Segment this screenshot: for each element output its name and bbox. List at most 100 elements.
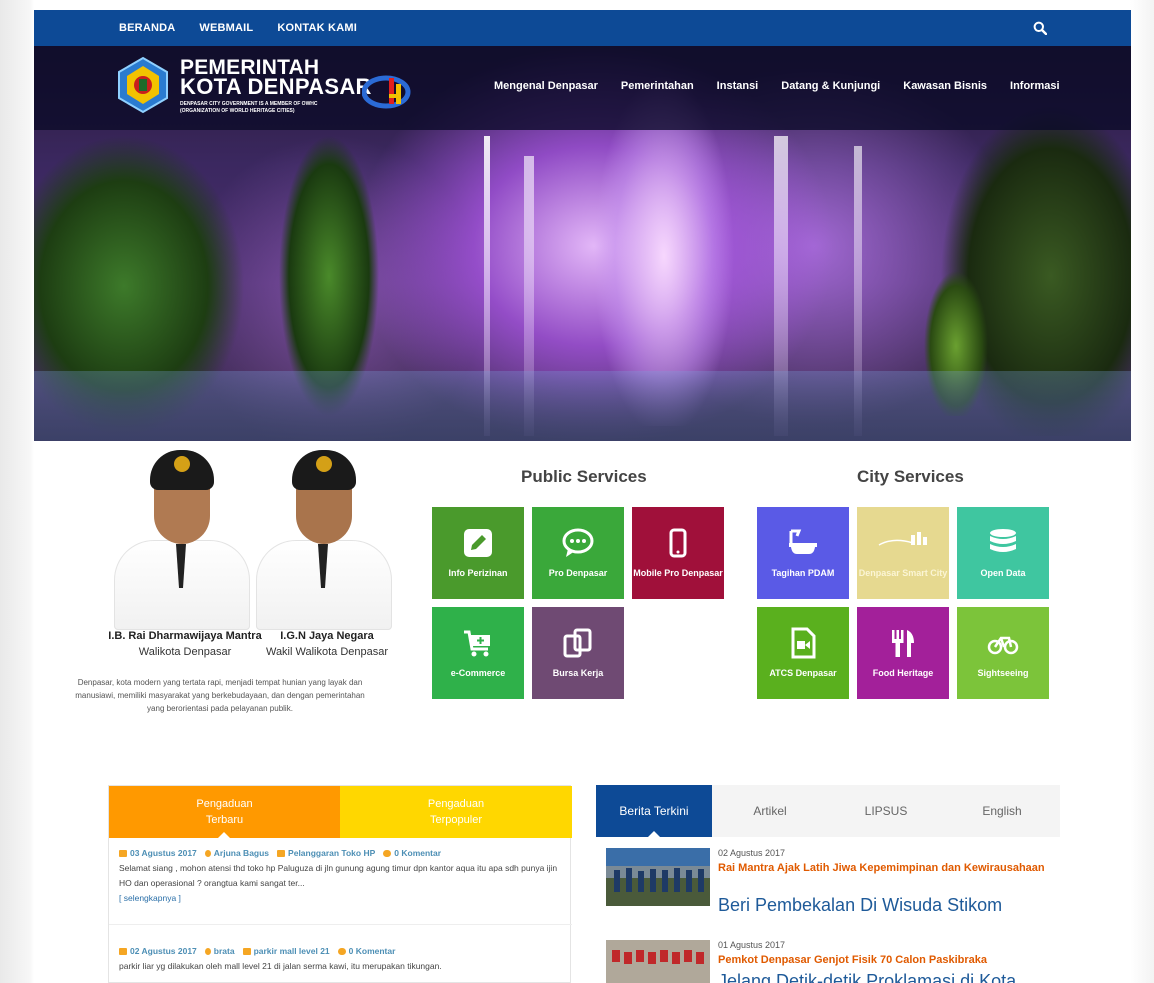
- video-file-icon: [791, 627, 816, 659]
- tab-pengaduan-terbaru[interactable]: Pengaduan Terbaru: [109, 786, 340, 839]
- pengaduan-author[interactable]: brata: [214, 944, 235, 959]
- tab-artikel[interactable]: Artikel: [712, 785, 828, 837]
- site-subtitle-line1: DENPASAR CITY GOVERNMENT IS A MEMBER OF …: [180, 101, 318, 107]
- search-icon[interactable]: [1033, 21, 1047, 35]
- news-thumbnail[interactable]: [606, 940, 710, 983]
- tile-label: Sightseeing: [977, 668, 1029, 678]
- copy-icon: [563, 628, 592, 658]
- berita-tabs: Berita Terkini Artikel LIPSUS English: [596, 785, 1060, 838]
- folder-icon: [277, 850, 286, 857]
- tile-tagihan-pdam[interactable]: Tagihan PDAM: [757, 507, 849, 599]
- site-subtitle-line2: (ORGANIZATION OF WORLD HERITAGE CITIES): [180, 108, 295, 114]
- vice-mayor-photo: I.G.N Jaya Negara Wakil Walikota Denpasa…: [252, 448, 392, 658]
- read-more-link[interactable]: [ selengkapnya ]: [119, 891, 564, 906]
- hero-banner: PEMERINTAH KOTA DENPASAR DENPASAR CITY G…: [34, 46, 1131, 441]
- officials-section: I.B. Rai Dharmawijaya Mantra Walikota De…: [70, 448, 392, 738]
- user-icon: [204, 850, 211, 857]
- bathtub-icon: [789, 529, 817, 554]
- pengaduan-category[interactable]: parkir mall level 21: [254, 944, 330, 959]
- face: [296, 482, 352, 544]
- topbar-link-webmail[interactable]: WEBMAIL: [199, 22, 253, 34]
- tile-atcs-denpasar[interactable]: ATCS Denpasar: [757, 607, 849, 699]
- news-date: 01 Agustus 2017: [718, 940, 786, 950]
- pengaduan-date: 02 Agustus 2017: [130, 946, 197, 956]
- pengaduan-comments[interactable]: 0 Komentar: [349, 944, 396, 959]
- vice-mayor-role: Wakil Walikota Denpasar: [265, 646, 389, 658]
- tab-pengaduan-terpopuler[interactable]: Pengaduan Terpopuler: [340, 786, 572, 838]
- nav-item-informasi[interactable]: Informasi: [1010, 80, 1060, 92]
- top-bar: BERANDA WEBMAIL KONTAK KAMI: [34, 10, 1131, 46]
- comment-icon: [337, 948, 346, 955]
- mobile-icon: [669, 528, 687, 558]
- tab-berita-terkini[interactable]: Berita Terkini: [596, 785, 712, 838]
- berita-panel: Berita Terkini Artikel LIPSUS English 02…: [596, 785, 1060, 983]
- tile-label: Mobile Pro Denpasar: [633, 568, 723, 578]
- tile-label: ATCS Denpasar: [769, 668, 837, 678]
- user-icon: [204, 948, 211, 955]
- tile-label: e-Commerce: [450, 668, 506, 678]
- cap-badge: [316, 456, 332, 472]
- nav-item-datang[interactable]: Datang & Kunjungi: [781, 80, 880, 92]
- tile-sightseeing[interactable]: Sightseeing: [957, 607, 1049, 699]
- tile-open-data[interactable]: Open Data: [957, 507, 1049, 599]
- topbar-link-beranda[interactable]: BERANDA: [119, 22, 175, 34]
- pengaduan-category[interactable]: Pelanggaran Toko HP: [288, 846, 375, 861]
- tile-label: Open Data: [980, 568, 1026, 578]
- topbar-link-kontak[interactable]: KONTAK KAMI: [277, 22, 357, 34]
- city-services-title: City Services: [857, 467, 964, 486]
- site-title-line2: KOTA DENPASAR: [180, 74, 372, 99]
- news-subheadline[interactable]: Jelang Detik-detik Proklamasi di Kota: [718, 970, 1058, 983]
- calendar-icon: [119, 948, 127, 955]
- main-nav: Mengenal Denpasar Pemerintahan Instansi …: [494, 80, 1083, 92]
- tile-label: Tagihan PDAM: [771, 568, 835, 578]
- pengaduan-date: 03 Agustus 2017: [130, 848, 197, 858]
- tile-food-heritage[interactable]: Food Heritage: [857, 607, 949, 699]
- tile-bursa-kerja[interactable]: Bursa Kerja: [532, 607, 624, 699]
- tile-info-perizinan[interactable]: Info Perizinan: [432, 507, 524, 599]
- news-headline[interactable]: Pemkot Denpasar Genjot Fisik 70 Calon Pa…: [718, 952, 1058, 969]
- pengaduan-item: 02 Agustus 2017 brata parkir mall level …: [119, 944, 564, 974]
- bicycle-icon: [987, 636, 1019, 655]
- tab-label-line1: Pengaduan: [196, 798, 253, 810]
- face: [154, 482, 210, 544]
- vice-mayor-name: I.G.N Jaya Negara: [280, 630, 374, 642]
- pengaduan-text: Selamat siang , mohon atensi thd toko hp…: [119, 863, 558, 888]
- owhc-logo-icon: [362, 75, 411, 109]
- tile-e-commerce[interactable]: e-Commerce: [432, 607, 524, 699]
- hero-pool: [34, 371, 1131, 441]
- pengaduan-text: parkir liar yg dilakukan oleh mall level…: [119, 961, 442, 971]
- tab-label-line2: Terpopuler: [430, 814, 482, 826]
- site-subtitle: DENPASAR CITY GOVERNMENT IS A MEMBER OF …: [180, 101, 350, 115]
- public-services-title: Public Services: [521, 467, 647, 486]
- chat-icon: [562, 528, 594, 557]
- nav-item-pemerintahan[interactable]: Pemerintahan: [621, 80, 694, 92]
- news-item[interactable]: 02 Agustus 2017 Rai Mantra Ajak Latih Ji…: [606, 848, 1056, 928]
- divider: [109, 924, 572, 925]
- header-bar: PEMERINTAH KOTA DENPASAR DENPASAR CITY G…: [34, 46, 1131, 130]
- news-date: 02 Agustus 2017: [718, 848, 786, 858]
- tile-label: Denpasar Smart City: [858, 568, 948, 578]
- pengaduan-comments[interactable]: 0 Komentar: [394, 846, 441, 861]
- cart-icon: [464, 630, 490, 657]
- news-thumbnail[interactable]: [606, 848, 710, 906]
- tab-english[interactable]: English: [944, 785, 1060, 837]
- tile-denpasar-smart-city[interactable]: Denpasar Smart City: [857, 507, 949, 599]
- tab-label-line1: Pengaduan: [427, 798, 485, 810]
- news-item[interactable]: 01 Agustus 2017 Pemkot Denpasar Genjot F…: [606, 940, 1058, 983]
- comment-icon: [383, 850, 392, 857]
- tile-pro-denpasar[interactable]: Pro Denpasar: [532, 507, 624, 599]
- pengaduan-meta: 02 Agustus 2017 brata parkir mall level …: [119, 944, 564, 959]
- nav-item-mengenal[interactable]: Mengenal Denpasar: [494, 80, 598, 92]
- pengaduan-author[interactable]: Arjuna Bagus: [214, 846, 269, 861]
- tile-mobile-pro-denpasar[interactable]: Mobile Pro Denpasar: [632, 507, 724, 599]
- site-logo[interactable]: PEMERINTAH KOTA DENPASAR DENPASAR CITY G…: [114, 56, 414, 122]
- pengaduan-panel: Pengaduan Terbaru Pengaduan Terpopuler 0…: [108, 785, 572, 983]
- nav-item-instansi[interactable]: Instansi: [717, 80, 759, 92]
- nav-item-kawasan[interactable]: Kawasan Bisnis: [903, 80, 987, 92]
- news-headline[interactable]: Rai Mantra Ajak Latih Jiwa Kepemimpinan …: [718, 860, 1048, 877]
- news-subheadline[interactable]: Beri Pembekalan Di Wisuda Stikom: [718, 894, 1058, 916]
- mayor-photo: I.B. Rai Dharmawijaya Mantra Walikota De…: [108, 448, 262, 658]
- tile-label: Food Heritage: [872, 668, 934, 678]
- calendar-icon: [119, 850, 127, 857]
- tab-lipsus[interactable]: LIPSUS: [828, 785, 944, 837]
